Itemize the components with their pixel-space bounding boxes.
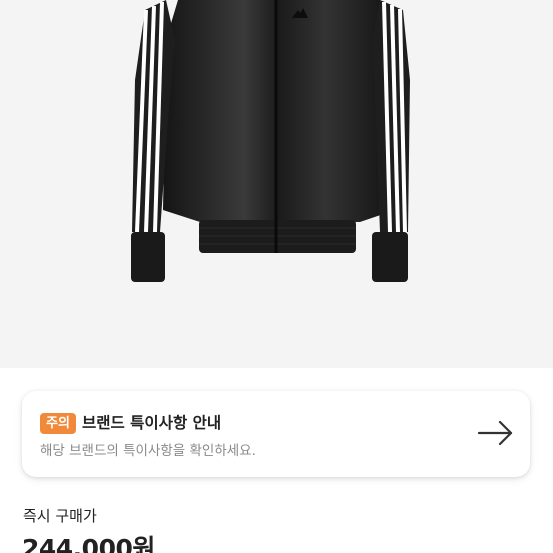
instant-buy-price-label: 즉시 구매가 (23, 507, 97, 525)
notice-description: 해당 브랜드의 특이사항을 확인하세요. (40, 443, 256, 459)
caution-badge: 주의 (40, 413, 76, 434)
instant-buy-price: 244,000원 (22, 534, 155, 553)
arrow-right-icon[interactable] (476, 419, 516, 447)
product-image-area[interactable] (0, 0, 553, 368)
brand-notice-card[interactable]: 주의 브랜드 특이사항 안내 해당 브랜드의 특이사항을 확인하세요. (22, 391, 530, 477)
notice-title: 브랜드 특이사항 안내 (82, 414, 222, 432)
product-image (131, 0, 410, 282)
